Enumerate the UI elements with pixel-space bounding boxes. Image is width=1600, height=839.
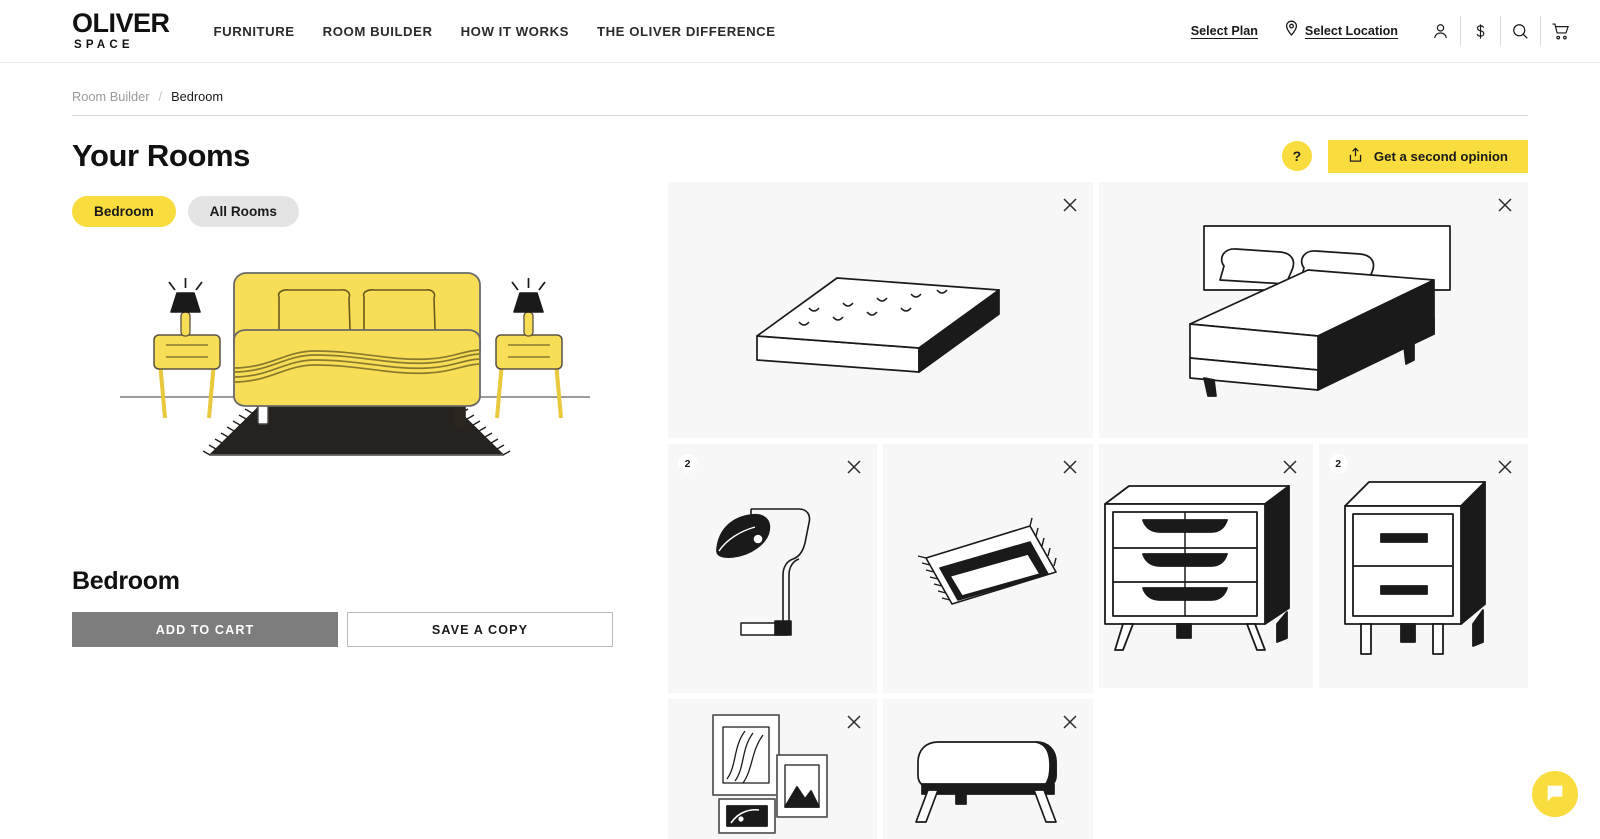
room-name-heading: Bedroom bbox=[72, 567, 180, 595]
tab-all-rooms[interactable]: All Rooms bbox=[187, 196, 299, 227]
product-card-dresser[interactable] bbox=[1098, 444, 1313, 688]
chat-bubble-icon bbox=[1544, 782, 1566, 807]
breadcrumb-current: Bedroom bbox=[171, 89, 224, 104]
search-icon[interactable] bbox=[1500, 16, 1540, 46]
remove-mattress-button[interactable] bbox=[1059, 194, 1081, 216]
remove-nightstand-button[interactable] bbox=[1494, 456, 1516, 478]
product-card-table-lamp[interactable]: 2 bbox=[668, 444, 878, 693]
breadcrumb-area: Room Builder / Bedroom bbox=[0, 63, 1600, 116]
share-upload-icon bbox=[1348, 147, 1363, 166]
remove-bench-button[interactable] bbox=[1059, 711, 1081, 733]
logo-wordmark: OLIVER bbox=[72, 8, 170, 39]
bedroom-scene-svg bbox=[120, 272, 590, 456]
user-icon[interactable] bbox=[1420, 16, 1460, 46]
product-card-area-rug[interactable] bbox=[883, 444, 1093, 693]
bedroom-scene-illustration bbox=[72, 245, 638, 495]
table-lamp-illustration bbox=[715, 507, 810, 636]
tab-bedroom[interactable]: Bedroom bbox=[72, 196, 176, 227]
add-to-cart-button[interactable]: ADD TO CART bbox=[72, 612, 338, 647]
breadcrumb: Room Builder / Bedroom bbox=[72, 89, 1528, 115]
page-body: Bedroom All Rooms Bedroom ADD TO CART SA… bbox=[0, 174, 1600, 839]
select-location-label: Select Location bbox=[1304, 24, 1398, 38]
mattress-illustration bbox=[756, 277, 1001, 373]
site-header: OLIVER SPACE FURNITURE ROOM BUILDER HOW … bbox=[0, 0, 1600, 63]
product-card-wall-art[interactable] bbox=[668, 699, 878, 839]
quantity-badge-nightstand: 2 bbox=[1328, 454, 1348, 473]
nav-item-room-builder[interactable]: ROOM BUILDER bbox=[323, 24, 433, 39]
select-plan-link[interactable]: Select Plan bbox=[1191, 24, 1258, 38]
room-cta-row: ADD TO CART SAVE A COPY bbox=[72, 612, 638, 647]
main-navigation: FURNITURE ROOM BUILDER HOW IT WORKS THE … bbox=[214, 24, 776, 39]
get-second-opinion-label: Get a second opinion bbox=[1373, 148, 1508, 164]
chat-widget-button[interactable] bbox=[1532, 771, 1578, 817]
page-title-row: Your Rooms ? Get a second opinion bbox=[0, 116, 1600, 174]
header-icon-group bbox=[1420, 16, 1580, 46]
logo-subtext: SPACE bbox=[74, 39, 134, 52]
page-title: Your Rooms bbox=[72, 138, 250, 173]
breadcrumb-separator: / bbox=[158, 89, 163, 104]
room-tabs: Bedroom All Rooms bbox=[72, 196, 638, 227]
product-card-bed-frame[interactable] bbox=[1098, 182, 1528, 438]
product-card-nightstand[interactable]: 2 bbox=[1318, 444, 1528, 688]
nightstand-illustration bbox=[1344, 481, 1487, 655]
area-rug-illustration bbox=[917, 517, 1057, 605]
save-a-copy-button[interactable]: SAVE A COPY bbox=[347, 612, 613, 647]
bench-illustration bbox=[915, 740, 1057, 823]
product-grid-column: 2 2 bbox=[638, 174, 1528, 839]
room-preview-column: Bedroom All Rooms Bedroom ADD TO CART SA… bbox=[72, 174, 638, 839]
select-location-link[interactable]: Select Location bbox=[1284, 20, 1398, 42]
page-actions: ? Get a second opinion bbox=[1281, 139, 1528, 173]
remove-dresser-button[interactable] bbox=[1279, 456, 1301, 478]
remove-bed-frame-button[interactable] bbox=[1494, 194, 1516, 216]
product-card-bench[interactable] bbox=[883, 699, 1093, 839]
nav-item-the-oliver-difference[interactable]: THE OLIVER DIFFERENCE bbox=[597, 24, 776, 39]
location-pin-icon bbox=[1284, 20, 1299, 42]
product-grid: 2 2 bbox=[668, 182, 1528, 839]
breadcrumb-parent[interactable]: Room Builder bbox=[72, 89, 150, 104]
product-card-mattress[interactable] bbox=[668, 182, 1093, 438]
remove-wall-art-button[interactable] bbox=[843, 711, 865, 733]
bed-frame-illustration bbox=[1189, 224, 1452, 397]
remove-area-rug-button[interactable] bbox=[1059, 456, 1081, 478]
nav-item-furniture[interactable]: FURNITURE bbox=[214, 24, 295, 39]
quantity-badge-table-lamp: 2 bbox=[678, 454, 697, 473]
brand-logo[interactable]: OLIVER SPACE bbox=[72, 10, 170, 52]
cart-icon[interactable] bbox=[1540, 16, 1580, 46]
help-button[interactable]: ? bbox=[1281, 141, 1312, 171]
dollar-icon[interactable] bbox=[1460, 16, 1500, 46]
wall-art-illustration bbox=[711, 713, 828, 834]
header-utility-area: Select Plan Select Location bbox=[1191, 16, 1580, 46]
nav-item-how-it-works[interactable]: HOW IT WORKS bbox=[461, 24, 569, 39]
get-second-opinion-button[interactable]: Get a second opinion bbox=[1327, 139, 1528, 173]
remove-table-lamp-button[interactable] bbox=[843, 456, 865, 478]
dresser-illustration bbox=[1103, 485, 1290, 651]
